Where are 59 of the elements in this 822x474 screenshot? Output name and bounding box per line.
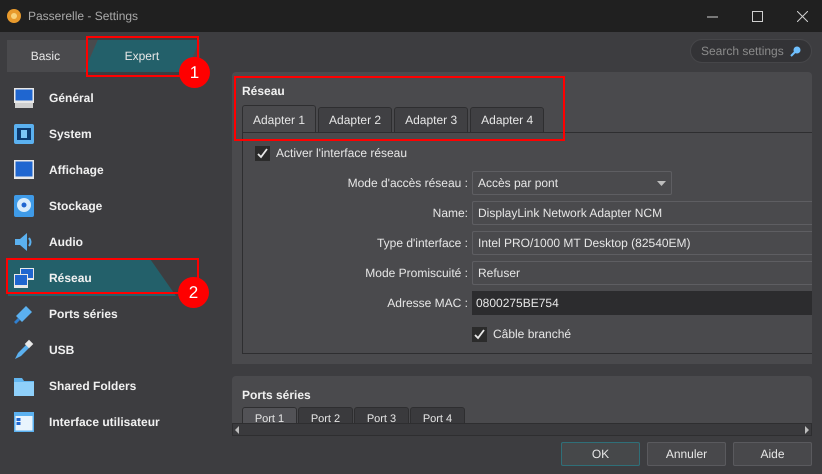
mode-tab[interactable]: Basic — [7, 40, 84, 72]
dialog-button[interactable]: Annuler — [647, 442, 726, 466]
sidebar-item[interactable]: Général — [8, 80, 176, 116]
dialog-button[interactable]: Aide — [733, 442, 812, 466]
checkmark-icon — [474, 328, 485, 340]
combo-field[interactable]: DisplayLink Network Adapter NCM — [472, 201, 812, 225]
sidebar-item[interactable]: Shared Folders — [8, 368, 176, 404]
port-tab[interactable]: Port 1 — [242, 407, 297, 423]
search-placeholder: Search settings — [701, 43, 784, 60]
close-icon[interactable] — [797, 10, 808, 22]
app-logo-icon — [6, 8, 22, 24]
sidebar-item[interactable]: Interface utilisateur — [8, 404, 176, 440]
field-label: Mode Promiscuité : — [364, 265, 469, 282]
window-icon — [12, 410, 36, 434]
port-tab[interactable]: Port 4 — [410, 407, 465, 423]
step-number-badge: 2 — [178, 277, 209, 308]
checkbox[interactable] — [255, 146, 270, 160]
section-title: Ports séries — [242, 387, 312, 402]
adapter-tab[interactable]: Adapter 1 — [242, 105, 316, 133]
scroll-left-icon[interactable] — [233, 426, 241, 434]
sidebar-item[interactable]: Affichage — [8, 152, 176, 188]
section-title: Réseau — [242, 83, 286, 98]
caret-icon — [657, 180, 666, 186]
combo-field[interactable]: Refuser — [472, 261, 812, 285]
network-icon — [12, 266, 36, 290]
sidebar-item[interactable]: Réseau — [8, 260, 176, 296]
checkmark-icon — [257, 148, 268, 158]
sidebar-item[interactable]: System — [8, 116, 176, 152]
search-field[interactable]: Search settings — [690, 39, 812, 63]
field-label: Name: — [432, 205, 469, 222]
monitor-icon — [12, 158, 36, 182]
field-label: Adresse MAC : — [386, 295, 469, 312]
combo-field[interactable]: Intel PRO/1000 MT Desktop (82540EM) — [472, 231, 812, 255]
sidebar-item[interactable]: Audio — [8, 224, 176, 260]
port-tab[interactable]: Port 2 — [298, 407, 353, 423]
maximize-icon[interactable] — [752, 10, 763, 22]
chip-icon — [12, 122, 36, 146]
window-title: Passerelle - Settings — [28, 8, 138, 25]
step-number-badge: 1 — [179, 57, 210, 88]
access-mode-dropdown[interactable]: Accès par pont — [472, 171, 672, 195]
sidebar-item[interactable]: Ports séries — [8, 296, 176, 332]
search-icon — [790, 46, 801, 56]
field-label: Mode d'accès réseau : — [346, 175, 469, 192]
checkbox[interactable] — [472, 326, 487, 342]
dialog-button[interactable]: OK — [561, 442, 640, 466]
checkbox-label: Câble branché — [493, 326, 572, 343]
field-label: Type d'interface : — [376, 235, 469, 252]
mac-address-field[interactable]: 0800275BE754 — [472, 291, 812, 315]
scroll-right-icon[interactable] — [803, 426, 811, 434]
port-tab[interactable]: Port 3 — [354, 407, 409, 423]
adapter-tab[interactable]: Adapter 2 — [318, 107, 392, 133]
sidebar-item[interactable]: Stockage — [8, 188, 176, 224]
adapter-tab[interactable]: Adapter 3 — [394, 107, 468, 133]
monitor-stand-icon — [12, 86, 36, 110]
sidebar-item[interactable]: USB — [8, 332, 176, 368]
dropdown-value: Accès par pont — [478, 175, 558, 192]
horizontal-scrollbar[interactable] — [232, 423, 812, 436]
adapter-tab[interactable]: Adapter 4 — [470, 107, 544, 133]
checkbox-label: Activer l'interface réseau — [276, 145, 408, 162]
